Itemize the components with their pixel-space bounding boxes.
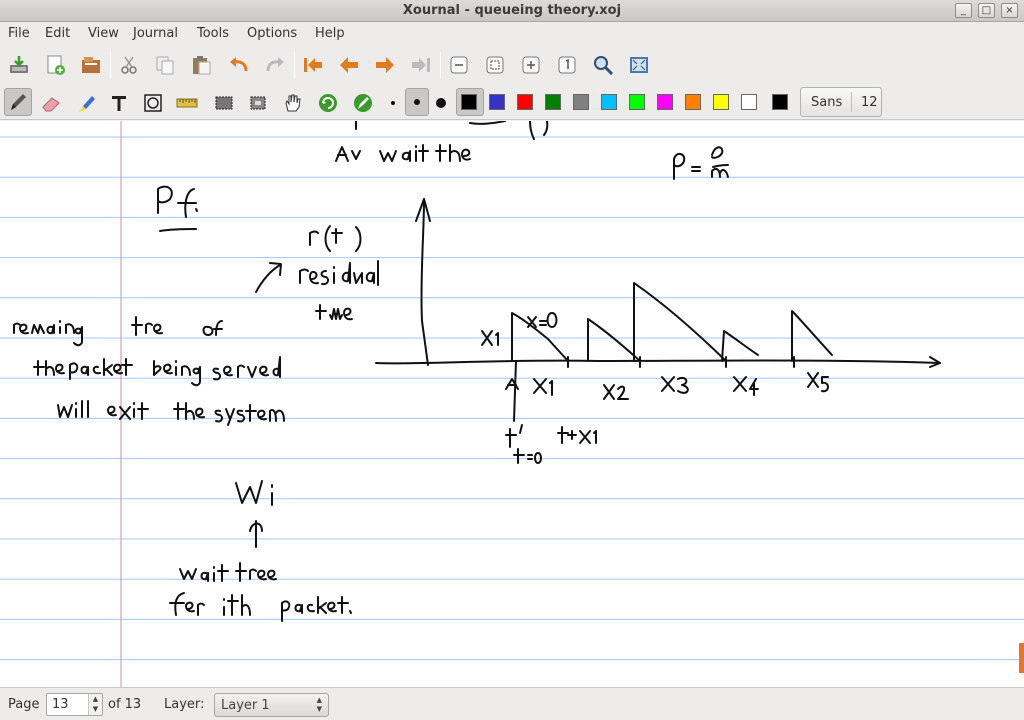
color-swatch[interactable] xyxy=(713,94,729,110)
menu-view[interactable]: View xyxy=(88,26,119,41)
copy-icon[interactable] xyxy=(152,52,178,78)
color-swatch[interactable] xyxy=(741,94,757,110)
select-rectangle-icon[interactable] xyxy=(211,90,237,116)
medium-pen-icon[interactable] xyxy=(405,88,429,116)
page-ruling xyxy=(0,121,1024,687)
menu-edit[interactable]: Edit xyxy=(45,26,70,41)
eraser-tool-icon[interactable] xyxy=(38,90,64,116)
new-page-icon[interactable] xyxy=(42,52,68,78)
text-tool-icon[interactable] xyxy=(106,90,132,116)
color-swatch[interactable] xyxy=(461,94,477,110)
last-page-icon[interactable] xyxy=(408,52,434,78)
layer-dropdown[interactable]: Layer 1 ▲ ▼ xyxy=(214,693,329,717)
page-label: Page xyxy=(8,697,40,712)
close-button[interactable]: × xyxy=(1001,3,1018,18)
zoom-fit-icon[interactable] xyxy=(482,52,508,78)
menu-help[interactable]: Help xyxy=(315,26,345,41)
page-count-label: of 13 xyxy=(108,697,142,712)
fullscreen-icon[interactable] xyxy=(626,52,652,78)
menu-options[interactable]: Options xyxy=(247,26,297,41)
shape-recognizer-icon[interactable] xyxy=(140,90,166,116)
previous-page-icon[interactable] xyxy=(336,52,362,78)
status-bar: Page 13 ▲ ▼ of 13 Layer: Layer 1 ▲ ▼ xyxy=(0,687,1024,720)
color-swatch[interactable] xyxy=(545,94,561,110)
next-page-icon[interactable] xyxy=(372,52,398,78)
dropdown-arrows-icon: ▲ ▼ xyxy=(316,696,322,713)
save-icon[interactable] xyxy=(6,52,32,78)
first-page-icon[interactable] xyxy=(300,52,326,78)
default-pen-icon[interactable] xyxy=(350,90,376,116)
paste-icon[interactable] xyxy=(188,52,214,78)
color-swatch[interactable] xyxy=(517,94,533,110)
xournal-window: Xournal - queueing theory.xoj _ □ × File… xyxy=(0,0,1024,720)
font-button[interactable]: Sans 12 xyxy=(800,87,882,117)
ink-drawing xyxy=(0,121,1024,687)
highlighter-tool-icon[interactable] xyxy=(74,90,100,116)
zoom-in-icon[interactable] xyxy=(518,52,544,78)
color-swatch[interactable] xyxy=(657,94,673,110)
layer-value: Layer 1 xyxy=(221,698,270,713)
custom-color-swatch[interactable] xyxy=(772,94,788,110)
zoom-out-icon[interactable] xyxy=(446,52,472,78)
pen-tool-icon[interactable] xyxy=(4,88,32,116)
color-swatch[interactable] xyxy=(489,94,505,110)
ruler-icon[interactable] xyxy=(174,90,200,116)
color-swatch[interactable] xyxy=(629,94,645,110)
color-swatch[interactable] xyxy=(685,94,701,110)
menu-tools[interactable]: Tools xyxy=(197,26,229,41)
scroll-marker[interactable] xyxy=(1019,643,1024,673)
color-swatch[interactable] xyxy=(573,94,589,110)
menu-bar: File Edit View Journal Tools Options Hel… xyxy=(0,22,1024,46)
layer-label: Layer: xyxy=(164,697,205,712)
open-icon[interactable] xyxy=(78,52,104,78)
refresh-icon[interactable] xyxy=(315,90,341,116)
window-title: Xournal - queueing theory.xoj xyxy=(402,3,622,18)
font-size: 12 xyxy=(861,95,878,110)
journal-page-canvas[interactable] xyxy=(0,121,1024,687)
thin-pen-icon[interactable] xyxy=(380,90,406,116)
redo-icon[interactable] xyxy=(262,52,288,78)
undo-icon[interactable] xyxy=(226,52,252,78)
spinner-arrows-icon[interactable]: ▲ ▼ xyxy=(88,694,102,715)
color-swatch[interactable] xyxy=(601,94,617,110)
handwriting-strokes xyxy=(13,121,941,622)
page-number-spinner[interactable]: 13 ▲ ▼ xyxy=(46,693,103,716)
menu-journal[interactable]: Journal xyxy=(133,26,178,41)
select-region-icon[interactable] xyxy=(245,90,271,116)
zoom-100-icon[interactable] xyxy=(554,52,580,78)
title-bar: Xournal - queueing theory.xoj _ □ × xyxy=(0,0,1024,22)
minimize-button[interactable]: _ xyxy=(955,3,972,18)
main-toolbar xyxy=(0,46,1024,84)
find-icon[interactable] xyxy=(590,52,616,78)
thick-pen-icon[interactable] xyxy=(428,90,454,116)
page-number-value: 13 xyxy=(52,697,69,712)
maximize-button[interactable]: □ xyxy=(978,3,995,18)
hand-tool-icon[interactable] xyxy=(279,90,305,116)
menu-file[interactable]: File xyxy=(8,26,30,41)
font-name: Sans xyxy=(811,95,843,110)
cut-icon[interactable] xyxy=(116,52,142,78)
